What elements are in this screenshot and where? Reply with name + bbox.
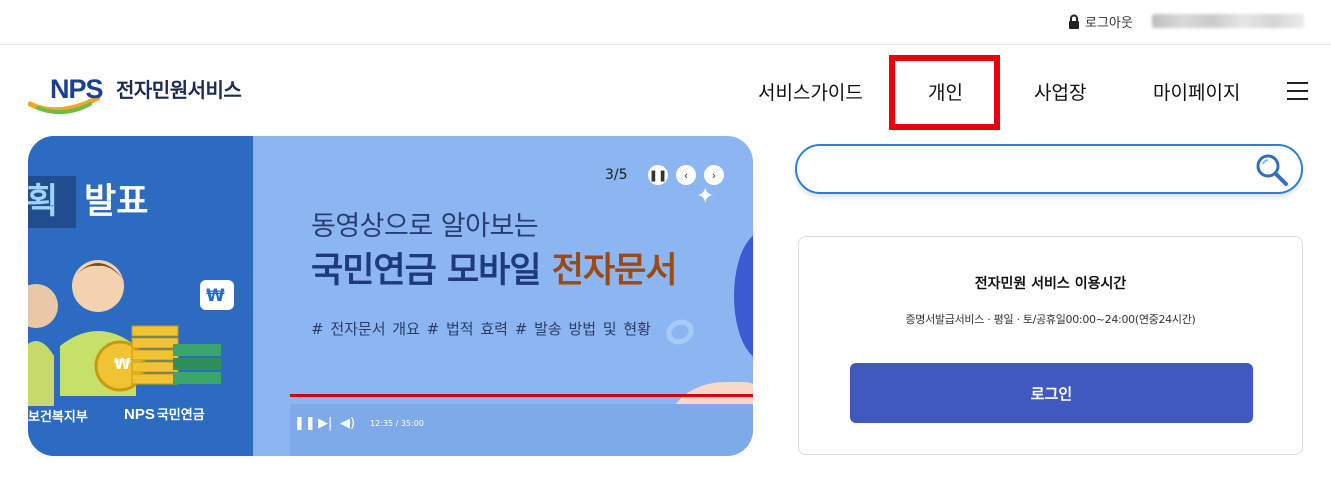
login-button[interactable]: 로그인 [850, 363, 1253, 423]
nps-logo-mark: NPS [28, 74, 116, 116]
banner-left-title-a: 획 [28, 176, 76, 228]
banner-main-title: 국민연금 모바일 전자문서 [311, 242, 678, 293]
banner-main-title-a: 국민연금 모바일 [311, 251, 552, 291]
nav-service-guide[interactable]: 서비스가이드 [758, 78, 863, 105]
nav-mypage[interactable]: 마이페이지 [1153, 78, 1240, 105]
banner-next-button[interactable]: › [704, 165, 724, 185]
chevron-right-icon: › [711, 168, 717, 182]
volume-icon[interactable]: ◀) [340, 416, 355, 431]
highlight-box [889, 55, 1000, 130]
logout-link[interactable]: 로그아웃 [1068, 12, 1133, 31]
service-hours-card: 전자민원 서비스 이용시간 증명서발급서비스 · 평일 · 토/공휴일00:00… [798, 236, 1303, 455]
banner-nps-letters: NPS [124, 406, 155, 423]
service-hours-desc: 증명서발급서비스 · 평일 · 토/공휴일00:00~24:00(연중24시간) [905, 313, 1196, 326]
user-name-blurred [1152, 14, 1304, 28]
hamburger-menu-icon[interactable] [1287, 82, 1308, 100]
search-input[interactable] [815, 156, 1245, 184]
banner-main-title-b: 전자문서 [551, 251, 678, 291]
video-time: 12:35 / 35:00 [370, 419, 424, 428]
video-player-controls: ❚❚ ▶| ◀) 12:35 / 35:00 [290, 404, 753, 456]
lock-icon [1069, 14, 1079, 29]
service-hours-title: 전자민원 서비스 이용시간 [974, 276, 1127, 292]
deco-ring [662, 315, 698, 349]
banner-subtitle: 동영상으로 알아보는 [311, 211, 539, 242]
banner-left-panel: 획 발표 ₩ ₩ 보건복지부 NPS 국민연금 [28, 136, 253, 456]
logout-label: 로그아웃 [1085, 16, 1133, 31]
search-box [795, 144, 1303, 194]
sparkle-icon: ✦ [696, 184, 715, 209]
chevron-left-icon: ‹ [683, 168, 689, 182]
banner-prev-button[interactable]: ‹ [676, 165, 696, 185]
logo-letters: NPS [50, 74, 104, 104]
video-next-icon[interactable]: ▶| [318, 416, 332, 431]
search-icon[interactable] [1255, 153, 1289, 187]
video-pause-icon[interactable]: ❚❚ [294, 416, 316, 431]
deco-circle [734, 231, 753, 361]
video-progress-bar[interactable] [290, 394, 753, 397]
promo-banner[interactable]: 획 발표 ₩ ₩ 보건복지부 NPS 국민연금 ✦ 3/5 ❚❚ ‹ › 동영상… [28, 136, 753, 456]
won-bubble-symbol: ₩ [206, 286, 225, 306]
banner-nps-text: 국민연금 [156, 408, 205, 423]
banner-pager: 3/5 [605, 167, 628, 183]
won-coin-symbol: ₩ [114, 355, 131, 373]
banner-nps-logo: NPS 국민연금 [124, 404, 205, 423]
banner-tags: # 전자문서 개요 # 법적 효력 # 발송 방법 및 현황 [311, 320, 651, 338]
nav-business[interactable]: 사업장 [1034, 78, 1086, 105]
people-coins-illustration [28, 260, 234, 406]
banner-org-text: 보건복지부 [28, 410, 88, 425]
banner-left-title-b: 발표 [84, 182, 149, 222]
pause-icon: ❚❚ [648, 168, 668, 182]
site-logo[interactable]: NPS 전자민원서비스 [28, 74, 242, 116]
banner-pause-button[interactable]: ❚❚ [648, 165, 668, 185]
utility-bar: 로그아웃 [0, 0, 1331, 45]
logo-text: 전자민원서비스 [116, 77, 242, 102]
